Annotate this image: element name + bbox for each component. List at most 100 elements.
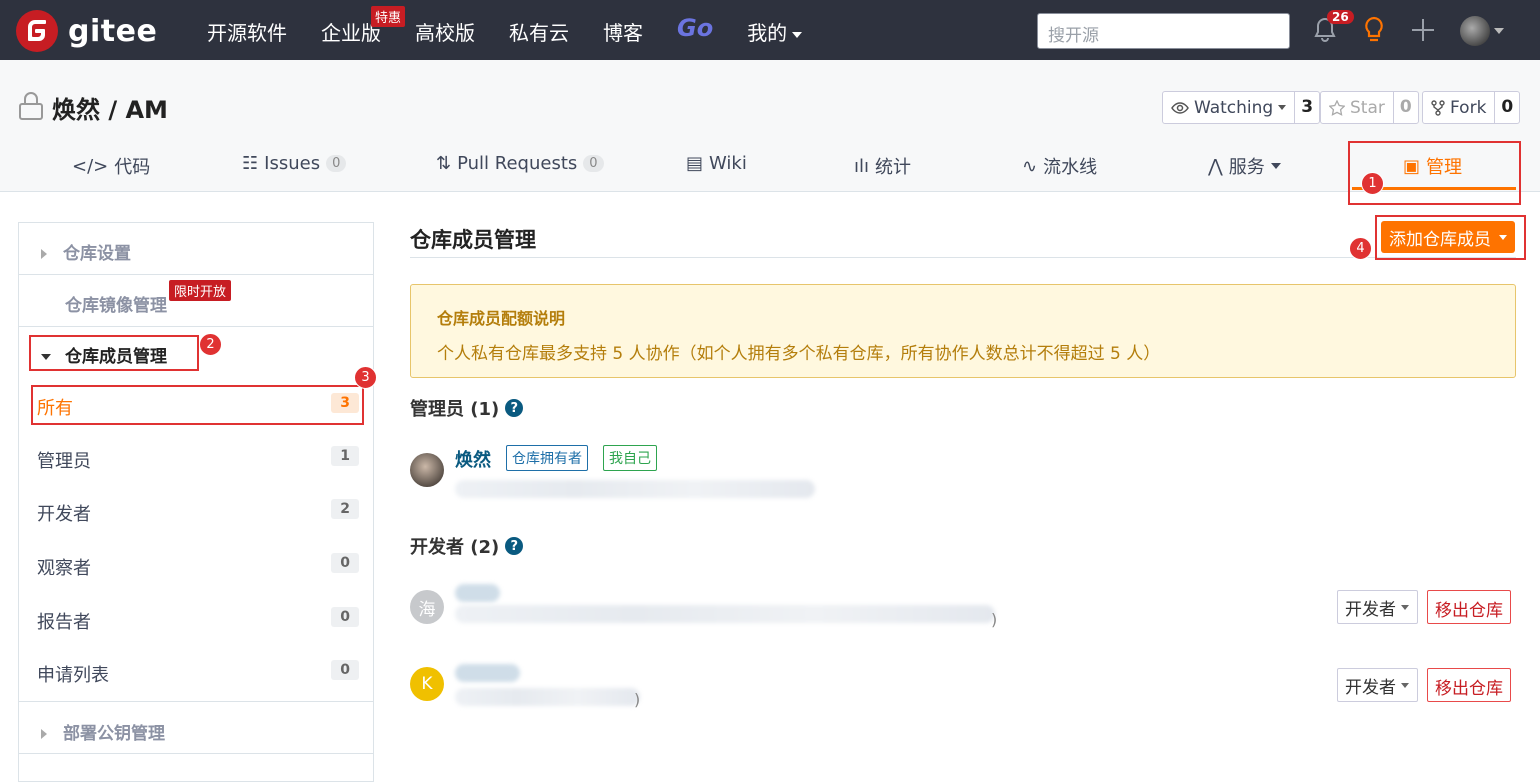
sidebar-item-label: 开发者 [37, 504, 91, 525]
watch-button[interactable]: Watching [1163, 92, 1296, 123]
sidebar-item-label: 申请列表 [37, 665, 109, 686]
chevron-down-icon [1278, 105, 1287, 110]
remove-member-button[interactable]: 移出仓库 [1427, 668, 1511, 702]
nav-mine[interactable]: 我的 [747, 17, 803, 46]
role-label: 开发者 [1345, 599, 1396, 620]
watch-label: Watching [1194, 97, 1274, 118]
annotation-box-all [31, 385, 364, 425]
notice-title: 仓库成员配额说明 [437, 309, 566, 328]
sidebar-item-observers[interactable]: 观察者 0 [37, 553, 359, 580]
lightbulb-icon[interactable] [1362, 16, 1386, 48]
role-select[interactable]: 开发者 [1337, 590, 1418, 624]
tab-services[interactable]: ⋀ 服务 [1208, 153, 1281, 179]
gitee-logo-icon [16, 10, 58, 52]
wiki-icon: ▤ [686, 153, 704, 174]
fork-button-group[interactable]: Fork 0 [1422, 91, 1521, 124]
sidebar-item-applications[interactable]: 申请列表 0 [37, 660, 359, 687]
sidebar-item-label: 管理员 [37, 451, 91, 472]
settings-sidebar: 仓库设置 仓库镜像管理 限时开放 仓库成员管理 所有 3 管理员 1 开发者 2 观察… [18, 222, 374, 782]
divider [19, 701, 373, 702]
nav-mine-label: 我的 [747, 21, 788, 45]
trailing-paren: ) [991, 610, 998, 629]
fork-count[interactable]: 0 [1495, 92, 1519, 123]
avatar[interactable] [410, 453, 444, 487]
watch-count[interactable]: 3 [1295, 92, 1319, 123]
tab-pull-requests[interactable]: ⇅ Pull Requests 0 [436, 153, 604, 174]
sidebar-repo-settings[interactable]: 仓库设置 [41, 239, 395, 264]
chevron-down-icon [1401, 682, 1409, 688]
admins-heading: 管理员 (1)? [410, 395, 524, 421]
star-button[interactable]: Star [1321, 92, 1394, 123]
gitee-logo[interactable]: gitee [16, 10, 157, 52]
count-badge: 1 [331, 446, 359, 466]
avatar[interactable]: 海 [410, 590, 444, 624]
tab-label: 流水线 [1043, 157, 1098, 178]
repo-title[interactable]: 焕然 / AM [52, 90, 168, 125]
tab-issues[interactable]: ☷ Issues 0 [242, 153, 347, 174]
pull-request-icon: ⇅ [436, 153, 452, 174]
avatar[interactable]: K [410, 667, 444, 701]
repo-tabs: </> 代码 ☷ Issues 0 ⇅ Pull Requests 0 ▤ Wiki ılı… [0, 140, 1540, 190]
nav-go[interactable]: Go [677, 14, 713, 46]
star-label: Star [1350, 97, 1385, 118]
pipeline-icon: ∿ [1022, 155, 1038, 177]
tab-label: 代码 [114, 157, 151, 178]
eye-icon [1171, 101, 1189, 114]
chevron-down-icon [1270, 163, 1281, 169]
top-navbar: gitee 开源软件 企业版 特惠 高校版 私有云 博客 Go 我的 搜开源 26 [0, 0, 1540, 60]
search-input[interactable]: 搜开源 [1037, 13, 1290, 49]
divider [19, 326, 373, 327]
tab-wiki[interactable]: ▤ Wiki [686, 153, 747, 174]
count-badge: 2 [331, 499, 359, 519]
annotation-marker: 4 [1349, 237, 1372, 260]
sidebar-item-developers[interactable]: 开发者 2 [37, 499, 359, 526]
owner-tag: 仓库拥有者 [506, 445, 588, 471]
help-icon[interactable]: ? [505, 537, 524, 555]
tab-count: 0 [583, 155, 604, 172]
remove-member-button[interactable]: 移出仓库 [1427, 590, 1511, 624]
nav-private-cloud[interactable]: 私有云 [509, 17, 569, 46]
nav-university[interactable]: 高校版 [415, 17, 475, 46]
count-badge: 0 [331, 553, 359, 573]
annotation-marker: 3 [354, 366, 377, 389]
annotation-box-members [29, 335, 199, 371]
tab-count: 0 [326, 155, 347, 172]
lock-icon [18, 91, 44, 125]
devs-title: 开发者 (2) [410, 537, 500, 558]
limited-badge: 限时开放 [169, 280, 232, 301]
help-icon[interactable]: ? [505, 399, 524, 417]
tab-label: 服务 [1228, 157, 1265, 178]
redacted-name [455, 584, 500, 602]
star-button-group[interactable]: Star 0 [1320, 91, 1419, 124]
chevron-right-icon [41, 729, 47, 739]
tab-pipeline[interactable]: ∿ 流水线 [1022, 153, 1097, 179]
tab-stats[interactable]: ılı 统计 [854, 153, 911, 179]
role-select[interactable]: 开发者 [1337, 668, 1418, 702]
watch-button-group[interactable]: Watching 3 [1162, 91, 1321, 124]
tab-code[interactable]: </> 代码 [72, 153, 150, 179]
plus-icon[interactable] [1411, 18, 1435, 46]
sidebar-deploy-keys[interactable]: 部署公钥管理 [41, 719, 395, 744]
chevron-down-icon[interactable] [1494, 28, 1504, 34]
nav-open-source[interactable]: 开源软件 [207, 17, 287, 46]
redacted-email [455, 688, 640, 706]
chart-icon: ılı [854, 155, 870, 177]
devs-heading: 开发者 (2)? [410, 533, 524, 559]
sidebar-item-reporters[interactable]: 报告者 0 [37, 607, 359, 634]
member-name[interactable]: 焕然 [455, 446, 491, 472]
user-avatar[interactable] [1460, 16, 1490, 46]
fork-button[interactable]: Fork [1423, 92, 1496, 123]
tab-label: Issues [264, 153, 321, 174]
nav-blog[interactable]: 博客 [603, 17, 643, 46]
redacted-name [455, 664, 520, 682]
count-badge: 0 [331, 607, 359, 627]
self-tag: 我自己 [603, 445, 657, 471]
tab-label: 统计 [875, 157, 912, 178]
quota-notice: 仓库成员配额说明 个人私有仓库最多支持 5 人协作（如个人拥有多个私有仓库，所有… [410, 284, 1516, 378]
sidebar-item-admins[interactable]: 管理员 1 [37, 446, 359, 473]
tab-label: Pull Requests [457, 153, 578, 174]
chevron-down-icon [1401, 604, 1409, 610]
nav-enterprise[interactable]: 企业版 特惠 [321, 6, 406, 46]
fork-label: Fork [1450, 97, 1487, 118]
star-count[interactable]: 0 [1394, 92, 1418, 123]
